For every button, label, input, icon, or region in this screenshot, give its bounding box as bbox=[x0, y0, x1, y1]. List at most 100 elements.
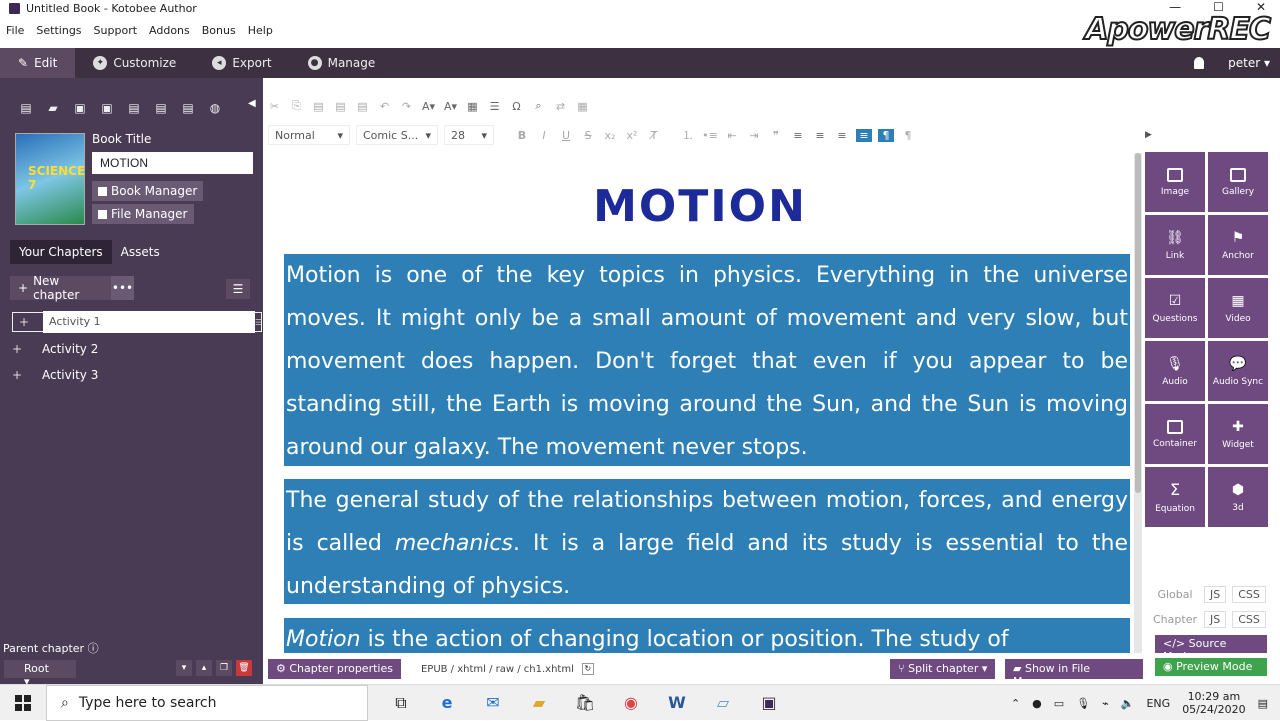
special-character-icon[interactable]: Ω bbox=[510, 100, 523, 113]
book-cover[interactable]: SCIENCE 7 bbox=[15, 133, 85, 225]
text-color-icon[interactable]: A▾ bbox=[422, 100, 435, 113]
font-size-select[interactable]: 28 ▾ bbox=[444, 125, 494, 145]
global-js-button[interactable]: JS bbox=[1204, 586, 1227, 603]
book-manager-button[interactable]: Book Manager bbox=[92, 181, 204, 201]
book-title-input[interactable] bbox=[92, 152, 253, 174]
editor-scrollbar[interactable] bbox=[1134, 153, 1142, 653]
source-mode-button[interactable]: </> Source Mode bbox=[1155, 635, 1267, 663]
duplicate-icon[interactable]: ❐ bbox=[216, 660, 232, 676]
document-heading[interactable]: MOTION bbox=[272, 181, 1128, 232]
dropdown-arrow-icon[interactable]: ▾ bbox=[978, 662, 988, 675]
insert-anchor-button[interactable]: ⚑ Anchor bbox=[1208, 215, 1268, 275]
menu-addons[interactable]: Addons bbox=[143, 24, 196, 42]
more-options-icon[interactable]: ••• bbox=[111, 276, 134, 300]
chapter-item[interactable]: + Activity 3 bbox=[12, 364, 248, 386]
insert-equation-button[interactable]: Σ Equation bbox=[1145, 467, 1205, 527]
redo-icon[interactable]: ↷ bbox=[400, 100, 413, 113]
toolbar-expand-icon[interactable]: ▶ bbox=[1145, 130, 1152, 140]
remove-format-icon[interactable]: T̸ bbox=[646, 129, 662, 142]
chrome-icon[interactable]: ◉ bbox=[608, 685, 654, 721]
expand-plus-icon[interactable]: + bbox=[19, 315, 29, 329]
save-icon[interactable]: ▣ bbox=[72, 100, 88, 116]
file-explorer-icon[interactable]: ▰ bbox=[516, 685, 562, 721]
volume-icon[interactable]: 🔈 bbox=[1121, 697, 1135, 710]
insert-widget-button[interactable]: ✚ Widget bbox=[1208, 404, 1268, 464]
insert-gallery-button[interactable]: Gallery bbox=[1208, 152, 1268, 212]
move-up-icon[interactable]: ▴ bbox=[196, 660, 212, 676]
decrease-indent-icon[interactable]: ⇤ bbox=[724, 129, 740, 142]
menu-help[interactable]: Help bbox=[242, 24, 279, 42]
kotobee-taskbar-icon[interactable]: ▣ bbox=[746, 685, 792, 721]
show-blocks-icon[interactable]: ▦ bbox=[576, 100, 589, 113]
show-in-file-manager-button[interactable]: ▰ Show in File Manager bbox=[1005, 659, 1143, 688]
paste-text-icon[interactable]: ▤ bbox=[334, 100, 347, 113]
new-file-icon[interactable]: ▤ bbox=[18, 100, 34, 116]
people-icon[interactable]: ● bbox=[1032, 697, 1042, 710]
increase-indent-icon[interactable]: ⇥ bbox=[746, 129, 762, 142]
usb-icon[interactable]: ▭ bbox=[1054, 697, 1064, 710]
insert-video-button[interactable]: ▦ Video bbox=[1208, 278, 1268, 338]
strikethrough-icon[interactable]: S bbox=[580, 129, 596, 142]
menu-settings[interactable]: Settings bbox=[30, 24, 87, 42]
notifications-icon[interactable]: ▤ bbox=[1258, 697, 1268, 710]
tab-export[interactable]: ◂ Export bbox=[194, 48, 289, 78]
superscript-icon[interactable]: x² bbox=[624, 129, 640, 142]
background-color-icon[interactable]: A▾ bbox=[444, 100, 457, 113]
bullet-list-icon[interactable]: •≡ bbox=[702, 129, 718, 142]
bell-icon[interactable] bbox=[1194, 57, 1205, 69]
insert-audio-button[interactable]: 🎙 Audio bbox=[1145, 341, 1205, 401]
show-hidden-icons-icon[interactable]: ⌃ bbox=[1011, 697, 1020, 710]
chapter-item[interactable]: + Activity 1 bbox=[12, 311, 262, 333]
paste-word-icon[interactable]: ▤ bbox=[356, 100, 369, 113]
app-window-icon[interactable]: ▱ bbox=[700, 685, 746, 721]
global-css-button[interactable]: CSS bbox=[1232, 586, 1266, 603]
italic-icon[interactable]: I bbox=[536, 129, 552, 142]
insert-questions-button[interactable]: ☑ Questions bbox=[1145, 278, 1205, 338]
replace-icon[interactable]: ⇄ bbox=[554, 100, 567, 113]
chapter-item[interactable]: + Activity 2 bbox=[12, 338, 248, 360]
insert-3d-button[interactable]: ⬢ 3d bbox=[1208, 467, 1268, 527]
start-button[interactable] bbox=[0, 685, 46, 721]
subscript-icon[interactable]: x₂ bbox=[602, 129, 618, 142]
tab-assets[interactable]: Assets bbox=[112, 240, 169, 264]
microphone-icon[interactable]: 🎙 bbox=[1076, 697, 1090, 710]
parent-chapter-select[interactable]: Root ▾ bbox=[4, 660, 76, 688]
horizontal-line-icon[interactable]: ☰ bbox=[488, 100, 501, 113]
expand-plus-icon[interactable]: + bbox=[12, 342, 22, 356]
save-as-icon[interactable]: ▣ bbox=[99, 100, 115, 116]
document-paragraph[interactable]: Motion is the action of changing locatio… bbox=[284, 618, 1130, 653]
undo-icon[interactable]: ↶ bbox=[378, 100, 391, 113]
editor-canvas[interactable]: MOTION Motion is one of the key topics i… bbox=[272, 153, 1142, 653]
word-icon[interactable]: W bbox=[654, 685, 700, 721]
menu-file[interactable]: File bbox=[0, 24, 30, 42]
store-icon[interactable]: 🛍 bbox=[562, 685, 608, 721]
collapse-sidebar-icon[interactable]: ◀ bbox=[248, 98, 256, 109]
tab-your-chapters[interactable]: Your Chapters bbox=[10, 240, 112, 264]
scrollbar-thumb[interactable] bbox=[1135, 153, 1141, 493]
new-chapter-button[interactable]: + New chapter ••• bbox=[10, 274, 134, 302]
insert-audio-sync-button[interactable]: 💬 Audio Sync bbox=[1208, 341, 1268, 401]
web-icon[interactable]: ◍ bbox=[207, 100, 223, 116]
copy-icon[interactable]: ⎘ bbox=[290, 99, 303, 113]
language-indicator[interactable]: ENG bbox=[1146, 697, 1170, 710]
align-left-icon[interactable]: ≡ bbox=[790, 129, 806, 142]
paste-icon[interactable]: ▤ bbox=[312, 100, 325, 113]
chapter-properties-button[interactable]: ⚙ Chapter properties bbox=[268, 659, 401, 679]
text-direction-ltr-icon[interactable]: ¶ bbox=[878, 128, 894, 142]
underline-icon[interactable]: U bbox=[558, 129, 574, 142]
word-import-icon[interactable]: ▤ bbox=[180, 100, 196, 116]
cut-icon[interactable]: ✂ bbox=[268, 100, 281, 113]
expand-plus-icon[interactable]: + bbox=[12, 368, 22, 382]
user-menu[interactable]: peter ▾ bbox=[1228, 56, 1270, 70]
table-icon[interactable]: ▦ bbox=[466, 100, 479, 113]
delete-icon[interactable]: 🗑 bbox=[236, 660, 252, 676]
task-view-icon[interactable]: ⧉ bbox=[378, 685, 424, 721]
paragraph-style-select[interactable]: Normal ▾ bbox=[268, 125, 350, 145]
tab-edit[interactable]: ✎ Edit bbox=[0, 48, 76, 78]
align-center-icon[interactable]: ≡ bbox=[812, 129, 828, 142]
drag-handle-icon[interactable]: ☰ bbox=[255, 318, 262, 327]
font-family-select[interactable]: Comic S... ▾ bbox=[356, 125, 438, 145]
taskbar-clock[interactable]: 10:29 am 05/24/2020 bbox=[1182, 690, 1245, 716]
menu-bonus[interactable]: Bonus bbox=[196, 24, 242, 42]
menu-support[interactable]: Support bbox=[88, 24, 143, 42]
